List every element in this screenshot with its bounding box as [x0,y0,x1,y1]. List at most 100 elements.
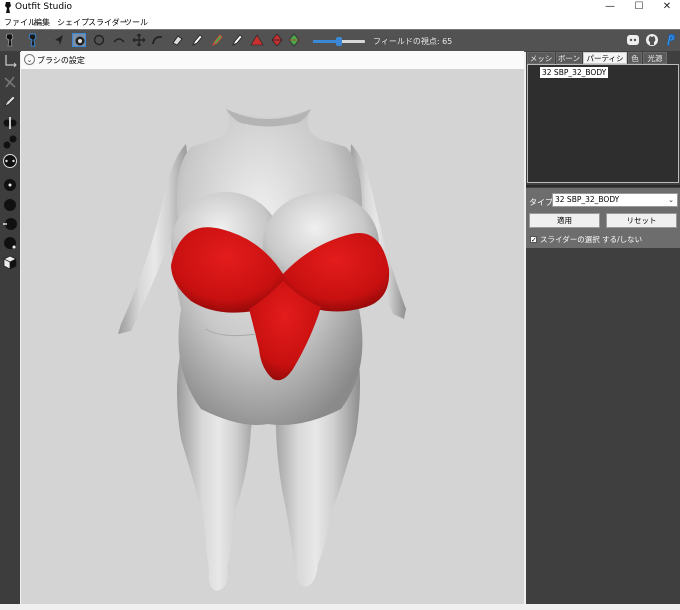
smooth-brush-button[interactable] [151,33,165,47]
smooth-icon [152,35,163,45]
deflate-brush-button[interactable] [112,33,126,47]
triangle-icon [250,34,264,46]
pen-icon [4,95,16,107]
menu-tools[interactable]: ツール [124,17,148,28]
close-button[interactable]: ✕ [652,0,680,15]
panel-divider [526,185,680,187]
partition-type-value: 32 SBP_32_BODY [555,195,620,204]
menu-edit[interactable]: 編集 [34,17,50,28]
flip-edge-button[interactable] [270,33,284,47]
toolbar: フィールドの視点: 65 [0,29,680,52]
sidebar-connected-tool[interactable] [2,134,18,150]
partition-list[interactable]: 32 SBP_32_BODY [527,64,679,183]
sidebar-brush-size-small[interactable] [2,177,18,193]
cube-icon [3,255,17,270]
title-bar: Outfit Studio — ☐ ✕ [0,0,680,15]
collapse-vertex-button[interactable] [250,33,264,47]
type-label: タイプ [529,198,553,207]
partition-item[interactable]: 32 SBP_32_BODY [540,67,609,78]
window-title: Outfit Studio [15,2,73,12]
sidebar-brush-falloff[interactable] [2,216,18,232]
github-icon [646,34,658,46]
undiff-brush-button[interactable] [170,33,184,47]
deflate-icon [113,38,125,43]
pointer-tool-button[interactable] [52,33,66,47]
node-icon [4,76,16,88]
paypal-button[interactable] [663,33,677,47]
minimize-button[interactable]: — [595,0,625,15]
panel-tabs: メッシュ ボーン パーティション 色 光源 [526,51,680,75]
menu-shape[interactable]: シェイプ [57,17,89,28]
reset-button[interactable]: リセット [606,213,677,228]
sidebar-node-tool[interactable] [2,74,18,90]
sidebar-cube-tool[interactable] [2,254,18,270]
pen-icon [192,34,203,46]
color-brush-icon [211,34,223,47]
body-mesh-render[interactable] [21,69,524,608]
brush-settings-header[interactable]: ⌄ ブラシの設定 [21,51,524,69]
app-icon [5,2,11,13]
tab-lights[interactable]: 光源 [643,52,667,64]
connected-icon [3,135,17,149]
mask-brush-button[interactable] [190,33,204,47]
status-bar [0,604,680,610]
menu-slider[interactable]: スライダー [88,17,128,28]
partition-type-select[interactable]: 32 SBP_32_BODY ⌄ [552,193,678,207]
fov-slider[interactable] [313,37,365,46]
select-icon [5,33,14,47]
split-edge-icon [288,33,300,47]
brush-size-medium-icon [4,199,16,211]
move-icon [132,33,146,47]
tab-partitions[interactable]: パーティション [583,52,627,75]
chevron-down-icon[interactable]: ⌄ [24,54,35,65]
paypal-icon [667,34,676,46]
right-panel: メッシュ ボーン パーティション 色 光源 32 SBP_32_BODY タイプ… [526,51,680,610]
discord-icon [627,35,639,45]
discord-button[interactable] [626,33,640,47]
left-tool-sidebar [0,51,20,610]
3d-viewport[interactable]: ⌄ ブラシの設定 [21,51,524,608]
menu-bar: ファイル 編集 シェイプ スライダー ツール [0,15,680,29]
sidebar-brush-strength[interactable] [2,235,18,251]
transform-tool-button[interactable] [26,33,40,47]
color-brush-button[interactable] [210,33,224,47]
fov-label: フィールドの視点: 65 [373,37,453,46]
alpha-brush-icon [232,34,243,46]
brush-settings-label: ブラシの設定 [37,56,85,65]
tab-bones[interactable]: ボーン [556,52,582,64]
brush-falloff-icon [3,218,17,230]
select-tool-button[interactable] [3,33,17,47]
fov-slider-thumb[interactable] [336,37,342,46]
sidebar-axis-tool[interactable] [2,53,18,69]
vertex-select-icon [75,36,85,46]
transform-icon [28,33,37,47]
vertex-select-tool-button[interactable] [72,33,86,47]
split-edge-button[interactable] [287,33,301,47]
alpha-brush-button[interactable] [230,33,244,47]
slider-select-label: スライダーの選択 する/しない [540,235,643,244]
github-button[interactable] [645,33,659,47]
flip-edge-icon [271,33,283,47]
brush-size-small-icon [4,179,16,191]
axis-icon [5,55,17,68]
global-brush-icon [3,154,17,168]
sidebar-mirror-tool[interactable] [2,115,18,131]
sidebar-brush-size-medium[interactable] [2,197,18,213]
inflate-icon [93,34,105,46]
inflate-brush-button[interactable] [92,33,106,47]
apply-button[interactable]: 適用 [529,213,600,228]
maximize-button[interactable]: ☐ [624,0,654,15]
partition-controls: タイプ 32 SBP_32_BODY ⌄ 適用 リセット ✓ スライダーの選択 … [526,188,680,248]
menu-file[interactable]: ファイル [4,17,36,28]
chevron-down-icon: ⌄ [668,196,674,204]
sidebar-pen-tool[interactable] [2,93,18,109]
tab-mesh[interactable]: メッシュ [527,52,555,75]
mirror-icon [3,117,17,129]
move-brush-button[interactable] [132,33,146,47]
brush-strength-icon [4,237,16,249]
sidebar-global-tool[interactable] [2,153,18,169]
slider-select-checkbox[interactable]: ✓ [530,236,537,244]
pointer-icon [55,35,63,45]
tab-colors[interactable]: 色 [628,52,642,64]
eraser-icon [172,35,183,46]
